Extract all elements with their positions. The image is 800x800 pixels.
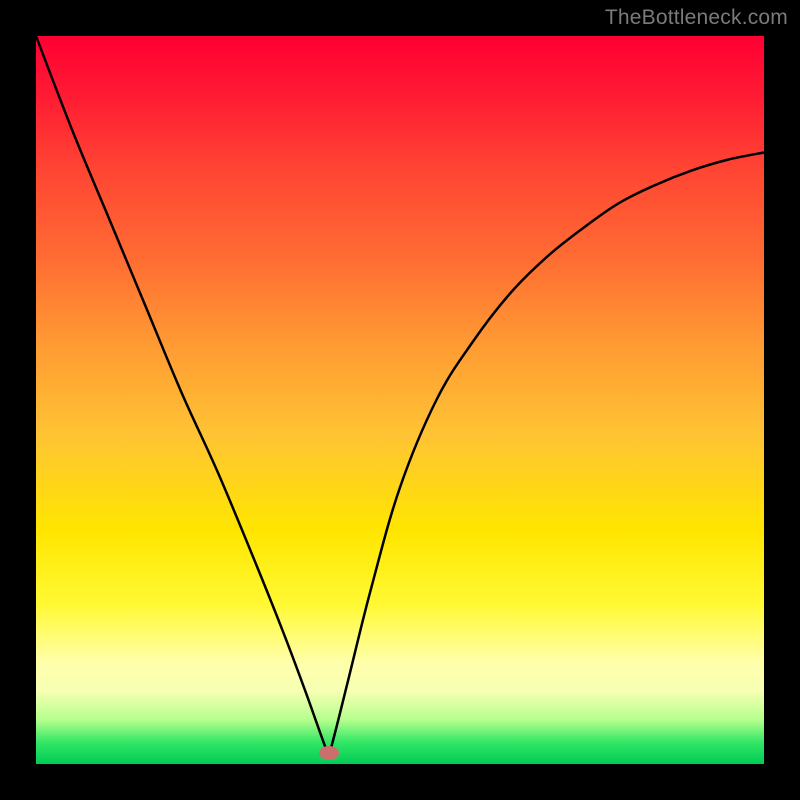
min-marker	[319, 746, 339, 760]
plot-area	[36, 36, 764, 764]
chart-stage: TheBottleneck.com	[0, 0, 800, 800]
curve-path	[36, 36, 764, 754]
bottleneck-curve	[36, 36, 764, 764]
watermark-text: TheBottleneck.com	[605, 6, 788, 30]
